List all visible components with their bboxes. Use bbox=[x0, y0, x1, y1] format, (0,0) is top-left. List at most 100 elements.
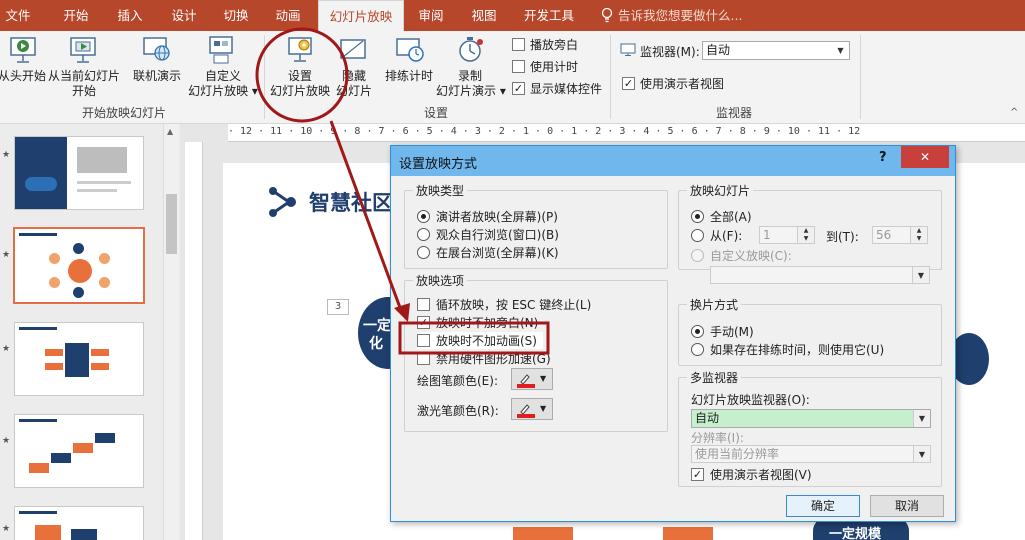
vertical-ruler bbox=[185, 142, 203, 540]
to-slide-value: 56 bbox=[876, 228, 892, 242]
radio-custom-show[interactable]: 自定义放映(C): bbox=[691, 247, 792, 264]
presenter-view-checkbox[interactable]: ✓ 使用演示者视图 bbox=[622, 75, 724, 92]
rehearse-timings-button[interactable]: 排练计时 bbox=[382, 69, 436, 84]
radio-browsed-window[interactable]: 观众自行浏览(窗口)(B) bbox=[417, 226, 559, 243]
thumb-title bbox=[19, 419, 57, 422]
radio-manual-label: 手动(M) bbox=[710, 325, 754, 339]
hide-slide-button[interactable]: 隐藏 幻灯片 bbox=[334, 69, 374, 99]
slide-thumbnail[interactable] bbox=[14, 136, 144, 210]
online-present-icon bbox=[140, 35, 174, 65]
custom-show-button[interactable]: 自定义 幻灯片放映 ▾ bbox=[186, 69, 260, 99]
online-present-button[interactable]: 联机演示 bbox=[128, 69, 186, 84]
record-show-button[interactable]: 录制 幻灯片演示 ▾ bbox=[436, 69, 506, 99]
radio-circle bbox=[691, 343, 704, 356]
use-timings-label: 使用计时 bbox=[530, 60, 579, 74]
close-button[interactable]: ✕ bbox=[901, 146, 949, 168]
radio-use-timings[interactable]: 如果存在排练时间，则使用它(U) bbox=[691, 341, 884, 358]
thumb-logo bbox=[25, 177, 57, 191]
slide-page-number: 3 bbox=[327, 299, 349, 315]
tab-home[interactable]: 开始 bbox=[52, 0, 100, 31]
help-icon[interactable]: ? bbox=[879, 150, 887, 165]
tab-animations[interactable]: 动画 bbox=[264, 0, 312, 31]
play-narrations-checkbox[interactable]: 播放旁白 bbox=[512, 36, 578, 53]
monitor-icon bbox=[620, 43, 636, 56]
thumb-navy-block bbox=[15, 137, 67, 209]
tab-file[interactable]: 文件 bbox=[0, 0, 36, 31]
radio-from-slides[interactable]: 从(F): bbox=[691, 227, 742, 244]
slide-thumbnail[interactable] bbox=[14, 506, 144, 540]
cancel-button[interactable]: 取消 bbox=[870, 495, 944, 517]
scroll-up-icon[interactable]: ▲ bbox=[167, 127, 173, 136]
laser-color-picker[interactable]: ▼ bbox=[511, 398, 553, 420]
tab-transitions[interactable]: 切换 bbox=[212, 0, 260, 31]
chevron-down-icon: ▼ bbox=[832, 42, 849, 59]
use-presenter-view-checkbox[interactable]: ✓ 使用演示者视图(V) bbox=[691, 466, 812, 483]
slide-circle-text-2: 化 bbox=[369, 336, 383, 352]
thumb-node bbox=[99, 253, 110, 264]
radio-all-slides[interactable]: 全部(A) bbox=[691, 208, 752, 225]
record-label-2: 幻灯片演示 ▾ bbox=[436, 84, 506, 98]
from-slide-input[interactable]: 1 ▲ ▼ bbox=[759, 226, 815, 244]
to-slide-input[interactable]: 56 ▲ ▼ bbox=[872, 226, 928, 244]
no-narration-checkbox[interactable]: ✓ 放映时不加旁白(N) bbox=[417, 314, 538, 331]
thumbnail-scrollbar[interactable]: ▲ bbox=[163, 124, 179, 540]
no-animation-checkbox[interactable]: 放映时不加动画(S) bbox=[417, 332, 543, 349]
tab-view[interactable]: 视图 bbox=[460, 0, 508, 31]
multi-monitor-group: 多监视器 幻灯片放映监视器(O): 自动 ▼ 分辨率(I): 使用当前分辨率 ▼ ✓… bbox=[678, 369, 942, 487]
show-type-legend: 放映类型 bbox=[413, 182, 468, 199]
collapse-ribbon-icon[interactable]: ^ bbox=[1010, 107, 1018, 118]
setup-show-label-1: 设置 bbox=[287, 69, 312, 83]
slideshow-monitor-dropdown[interactable]: 自动 ▼ bbox=[691, 409, 931, 428]
radio-circle bbox=[417, 246, 430, 259]
thumb-step bbox=[29, 463, 49, 473]
use-timings-checkbox[interactable]: 使用计时 bbox=[512, 58, 578, 75]
hide-slide-label-2: 幻灯片 bbox=[335, 84, 372, 98]
thumb-block bbox=[71, 529, 97, 540]
custom-show-dropdown[interactable]: ▼ bbox=[710, 266, 930, 284]
monitor-dropdown[interactable]: 自动 ▼ bbox=[702, 41, 850, 60]
advance-slides-group: 换片方式 手动(M) 如果存在排练时间，则使用它(U) bbox=[678, 296, 942, 366]
monitor-dropdown-value: 自动 bbox=[706, 43, 731, 57]
pen-color-label: 绘图笔颜色(E): bbox=[417, 374, 498, 388]
slide-thumbnail[interactable] bbox=[14, 322, 144, 396]
animation-star-icon: ★ bbox=[2, 524, 11, 534]
tell-me-search[interactable]: 告诉我您想要做什么... bbox=[618, 0, 748, 31]
checkbox-box bbox=[417, 334, 430, 347]
radio-manual[interactable]: 手动(M) bbox=[691, 323, 754, 340]
from-current-button[interactable]: 从当前幻灯片 开始 bbox=[46, 69, 122, 99]
slide-thumbnail[interactable] bbox=[14, 414, 144, 488]
checkbox-box: ✓ bbox=[417, 316, 430, 329]
hide-slide-icon bbox=[337, 35, 371, 65]
ok-button[interactable]: 确定 bbox=[786, 495, 860, 517]
pen-color-swatch bbox=[517, 384, 535, 388]
tab-review[interactable]: 审阅 bbox=[408, 0, 454, 31]
resolution-dropdown[interactable]: 使用当前分辨率 ▼ bbox=[691, 445, 931, 463]
checkbox-box: ✓ bbox=[691, 468, 704, 481]
radio-kiosk-label: 在展台浏览(全屏幕)(K) bbox=[436, 246, 559, 260]
checkbox-box bbox=[512, 38, 525, 51]
thumb-step bbox=[95, 433, 115, 443]
slide-thumbnail-selected[interactable] bbox=[13, 227, 145, 304]
setup-show-icon bbox=[283, 35, 317, 65]
play-from-start-icon bbox=[6, 35, 40, 65]
radio-circle bbox=[691, 210, 704, 223]
pen-color-picker[interactable]: ▼ bbox=[511, 368, 553, 390]
show-media-checkbox[interactable]: ✓ 显示媒体控件 bbox=[512, 80, 602, 97]
from-beginning-button[interactable]: 从头开始 bbox=[0, 69, 46, 84]
scrollbar-thumb[interactable] bbox=[166, 194, 177, 254]
show-options-legend: 放映选项 bbox=[413, 272, 468, 289]
radio-presenter[interactable]: 演讲者放映(全屏幕)(P) bbox=[417, 208, 558, 225]
no-hw-accel-checkbox[interactable]: 禁用硬件图形加速(G) bbox=[417, 350, 551, 367]
setup-show-button[interactable]: 设置 幻灯片放映 bbox=[266, 69, 334, 99]
tab-developer[interactable]: 开发工具 bbox=[514, 0, 584, 31]
tab-design[interactable]: 设计 bbox=[160, 0, 208, 31]
loop-label: 循环放映，按 ESC 键终止(L) bbox=[436, 298, 592, 312]
thumb-title bbox=[19, 327, 57, 330]
loop-checkbox[interactable]: 循环放映，按 ESC 键终止(L) bbox=[417, 296, 591, 313]
tab-slideshow[interactable]: 幻灯片放映 bbox=[318, 0, 404, 31]
tab-insert[interactable]: 插入 bbox=[106, 0, 154, 31]
thumb-bar bbox=[91, 363, 109, 370]
radio-kiosk[interactable]: 在展台浏览(全屏幕)(K) bbox=[417, 244, 559, 261]
radio-circle bbox=[691, 325, 704, 338]
thumb-block bbox=[35, 525, 61, 540]
